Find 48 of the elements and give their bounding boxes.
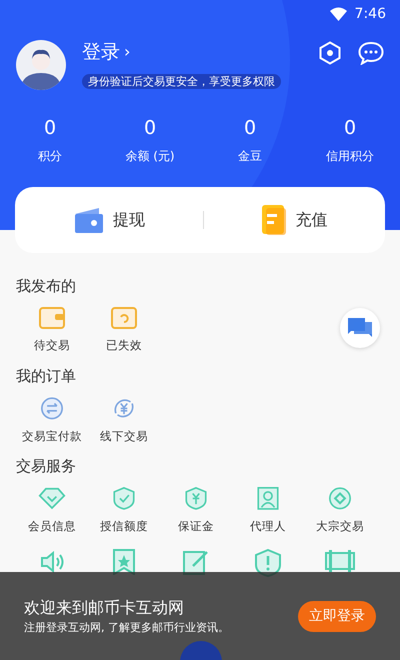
bookmark-icon[interactable]	[112, 549, 136, 575]
section-title: 我发布的	[16, 277, 77, 295]
hexagon-icon	[318, 40, 342, 65]
menu-item[interactable]: 线下交易	[88, 397, 160, 445]
stat-label: 金豆	[237, 148, 263, 164]
banner-title: 欢迎来到邮币卡互动网	[24, 596, 185, 619]
edit-icon[interactable]	[183, 549, 209, 575]
document-icon	[261, 204, 288, 236]
chat-bubble-icon	[358, 40, 384, 65]
wallet-icon	[72, 206, 105, 234]
stat-value: 0	[42, 116, 58, 141]
section-title: 我的订单	[16, 367, 77, 385]
stat-label: 信用积分	[325, 148, 375, 164]
messages-button[interactable]	[358, 40, 384, 65]
stat-label: 余额 (元)	[124, 148, 176, 164]
speaker-icon[interactable]	[39, 549, 65, 575]
stat-value: 0	[242, 116, 258, 141]
swap-icon	[38, 397, 66, 420]
person-icon	[255, 487, 281, 510]
menu-item[interactable]: 保证金	[160, 487, 232, 535]
settings-button[interactable]	[318, 40, 342, 65]
section-title: 交易服务	[16, 457, 77, 475]
diamond-icon	[37, 487, 67, 510]
login-link[interactable]: 登录	[82, 42, 120, 62]
menu-item[interactable]: 已失效	[88, 307, 160, 355]
shield-check-icon	[111, 487, 137, 510]
menu-item[interactable]: 会员信息	[16, 487, 88, 535]
shield-yen-icon	[183, 487, 209, 510]
chat-icon	[348, 318, 372, 338]
wallet-icon	[39, 307, 65, 329]
menu-item[interactable]: 大宗交易	[304, 487, 376, 535]
stat-value: 0	[142, 116, 158, 141]
status-time: 7:46	[354, 4, 386, 24]
banner-subtitle: 注册登录互动网, 了解更多邮币行业资讯。	[24, 620, 230, 636]
withdraw-button[interactable]: 提现	[15, 205, 202, 235]
verification-notice: 身份验证后交易更安全，享受更多权限	[82, 74, 281, 89]
undo-icon	[111, 307, 137, 329]
wifi-icon	[330, 7, 347, 21]
stat-value: 0	[342, 116, 358, 141]
chevron-text[interactable]: ›	[124, 40, 130, 64]
recharge-button[interactable]: 充值	[204, 203, 385, 237]
card-icon[interactable]	[325, 549, 355, 573]
menu-item[interactable]: 代理人	[232, 487, 304, 535]
menu-item[interactable]: 待交易	[16, 307, 88, 355]
stat-label: 积分	[37, 148, 63, 164]
chat-button[interactable]	[340, 308, 380, 348]
menu-item[interactable]: 交易宝付款	[16, 397, 88, 445]
menu-item[interactable]: 授信额度	[88, 487, 160, 535]
